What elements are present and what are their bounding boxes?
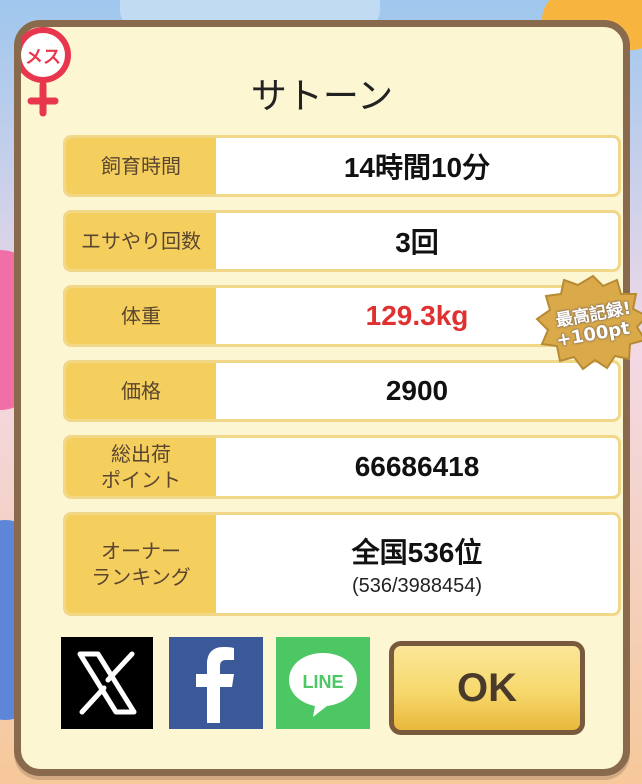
price-value: 2900 <box>385 375 449 406</box>
record-badge: 最高記録! +100pt <box>533 272 642 372</box>
stat-label: 総出荷 ポイント <box>66 438 216 496</box>
stat-label: 飼育時間 <box>66 138 216 194</box>
pig-name-title: サトーン <box>250 76 394 117</box>
stat-label-line: オーナー <box>101 539 181 563</box>
share-x-button[interactable] <box>61 637 153 729</box>
stat-value: 全国536位 (536/3988454) <box>216 515 618 613</box>
stat-label: オーナー ランキング <box>66 515 216 613</box>
ok-button[interactable]: OK <box>389 641 585 735</box>
stat-value: 66686418 <box>216 438 618 496</box>
weight-value: 129.3kg <box>365 300 469 331</box>
stat-row-feeding-count: エサやり回数 3回 <box>63 210 621 272</box>
stat-label-line: 総出荷 <box>111 442 171 466</box>
share-line-button[interactable]: LINE <box>276 637 370 729</box>
result-popup: メス サトーン 飼育時間 14時間10分 エサやり回数 3回 体重 129.3k… <box>14 20 642 776</box>
ranking-detail: (536/3988454) <box>351 574 483 597</box>
stat-label: 体重 <box>66 288 216 344</box>
feeding-count-value: 3回 <box>395 227 439 258</box>
stat-row-shipment-points: 総出荷 ポイント 66686418 <box>63 435 621 499</box>
share-facebook-button[interactable] <box>169 637 263 729</box>
stat-row-rearing-time: 飼育時間 14時間10分 <box>63 135 621 197</box>
stat-value: 3回 <box>216 213 618 269</box>
svg-text:LINE: LINE <box>302 672 343 692</box>
stat-label: エサやり回数 <box>66 213 216 269</box>
facebook-f-icon <box>196 647 234 723</box>
ranking-value: 全国536位 <box>351 536 483 568</box>
stat-label-line: ポイント <box>101 468 181 492</box>
stat-label-line: ランキング <box>91 565 191 589</box>
svg-text:メス: メス <box>25 47 61 68</box>
rearing-time-value: 14時間10分 <box>343 152 491 183</box>
stat-value: 14時間10分 <box>216 138 618 194</box>
stat-row-owner-ranking: オーナー ランキング 全国536位 (536/3988454) <box>63 512 621 616</box>
shipment-points-value: 66686418 <box>354 451 480 482</box>
line-logo-icon: LINE <box>289 653 357 717</box>
x-logo-icon <box>77 651 137 715</box>
stat-label: 価格 <box>66 363 216 419</box>
